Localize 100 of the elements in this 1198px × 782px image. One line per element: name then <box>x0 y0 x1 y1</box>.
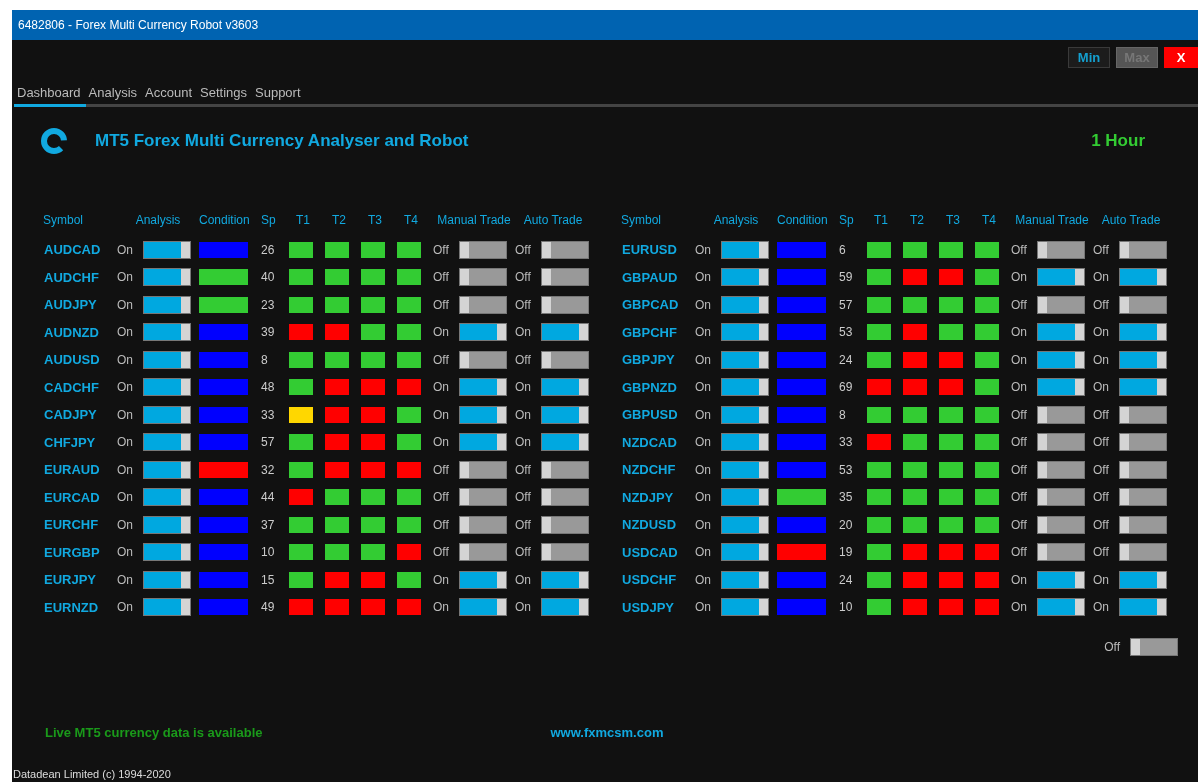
toggle-switch[interactable] <box>1119 350 1167 369</box>
toggle-switch[interactable] <box>143 488 191 507</box>
toggle-switch[interactable] <box>459 515 507 534</box>
toggle-switch[interactable] <box>1119 515 1167 534</box>
tab[interactable]: Settings <box>197 83 252 107</box>
toggle-switch[interactable] <box>541 460 589 479</box>
toggle-switch[interactable] <box>1037 268 1085 287</box>
tab[interactable]: Analysis <box>85 83 143 107</box>
toggle-switch[interactable] <box>143 295 191 314</box>
toggle-switch[interactable] <box>143 323 191 342</box>
toggle-switch[interactable] <box>1037 570 1085 589</box>
toggle-switch[interactable] <box>1119 570 1167 589</box>
toggle-switch[interactable] <box>1119 240 1167 259</box>
toggle-switch[interactable] <box>1037 240 1085 259</box>
toggle-switch[interactable] <box>459 570 507 589</box>
toggle-switch[interactable] <box>459 543 507 562</box>
toggle-switch[interactable] <box>721 543 769 562</box>
toggle-label: On <box>1011 380 1028 395</box>
toggle-switch[interactable] <box>541 323 589 342</box>
tab[interactable]: Dashboard <box>14 83 86 107</box>
toggle-switch[interactable] <box>459 350 507 369</box>
toggle-switch[interactable] <box>1037 350 1085 369</box>
toggle-switch[interactable] <box>459 488 507 507</box>
toggle-switch[interactable] <box>1037 488 1085 507</box>
toggle-switch[interactable] <box>541 570 589 589</box>
toggle-switch[interactable] <box>721 515 769 534</box>
toggle-switch[interactable] <box>459 378 507 397</box>
toggle-switch[interactable] <box>143 268 191 287</box>
toggle-switch[interactable] <box>459 433 507 452</box>
toggle-switch[interactable] <box>143 405 191 424</box>
toggle-switch[interactable] <box>1119 323 1167 342</box>
toggle-switch[interactable] <box>721 323 769 342</box>
toggle-switch[interactable] <box>541 268 589 287</box>
toggle-switch[interactable] <box>721 598 769 617</box>
toggle-switch[interactable] <box>541 240 589 259</box>
toggle-switch[interactable] <box>1037 405 1085 424</box>
toggle-switch[interactable] <box>721 570 769 589</box>
column-header: Auto Trade <box>1100 213 1162 227</box>
toggle-switch[interactable] <box>143 460 191 479</box>
toggle-switch[interactable] <box>143 378 191 397</box>
toggle-switch[interactable] <box>541 378 589 397</box>
toggle-switch[interactable] <box>1037 598 1085 617</box>
toggle-switch[interactable] <box>459 598 507 617</box>
toggle-switch[interactable] <box>1119 378 1167 397</box>
toggle-switch[interactable] <box>459 323 507 342</box>
toggle-switch[interactable] <box>459 460 507 479</box>
toggle-switch[interactable] <box>1037 378 1085 397</box>
toggle-switch[interactable] <box>459 405 507 424</box>
toggle-switch[interactable] <box>721 488 769 507</box>
toggle-switch[interactable] <box>721 295 769 314</box>
toggle-switch[interactable] <box>459 268 507 287</box>
toggle-switch[interactable] <box>541 295 589 314</box>
toggle-switch[interactable] <box>541 598 589 617</box>
toggle-switch[interactable] <box>541 543 589 562</box>
toggle-switch[interactable] <box>143 570 191 589</box>
toggle-switch[interactable] <box>541 488 589 507</box>
toggle-switch[interactable] <box>1130 638 1178 656</box>
toggle-switch[interactable] <box>143 515 191 534</box>
website-link[interactable]: www.fxmcsm.com <box>550 724 664 740</box>
toggle-switch[interactable] <box>1037 543 1085 562</box>
toggle-switch[interactable] <box>143 240 191 259</box>
toggle-switch[interactable] <box>1119 405 1167 424</box>
toggle-switch[interactable] <box>459 240 507 259</box>
tab[interactable]: Account <box>142 83 197 107</box>
toggle-label: Off <box>1011 297 1028 312</box>
symbol-label: AUDUSD <box>43 352 101 368</box>
toggle-label: Off <box>1011 407 1028 422</box>
toggle-switch[interactable] <box>1119 295 1167 314</box>
toggle-switch[interactable] <box>1037 295 1085 314</box>
column-header: Analysis <box>134 213 182 227</box>
toggle-switch[interactable] <box>541 350 589 369</box>
toggle-switch[interactable] <box>1037 515 1085 534</box>
toggle-switch[interactable] <box>1037 460 1085 479</box>
toggle-switch[interactable] <box>541 515 589 534</box>
toggle-switch[interactable] <box>1037 323 1085 342</box>
toggle-switch[interactable] <box>721 268 769 287</box>
toggle-switch[interactable] <box>143 543 191 562</box>
toggle-switch[interactable] <box>541 405 589 424</box>
toggle-switch[interactable] <box>143 350 191 369</box>
close-button[interactable]: X <box>1164 47 1198 68</box>
toggle-switch[interactable] <box>1119 543 1167 562</box>
toggle-switch[interactable] <box>721 240 769 259</box>
toggle-switch[interactable] <box>1119 488 1167 507</box>
toggle-label: On <box>117 352 134 367</box>
toggle-switch[interactable] <box>1119 598 1167 617</box>
toggle-switch[interactable] <box>1119 460 1167 479</box>
tab[interactable]: Support <box>252 83 306 107</box>
toggle-switch[interactable] <box>721 350 769 369</box>
toggle-switch[interactable] <box>541 433 589 452</box>
toggle-switch[interactable] <box>1119 268 1167 287</box>
toggle-switch[interactable] <box>459 295 507 314</box>
minimize-button[interactable]: Min <box>1068 47 1110 68</box>
toggle-switch[interactable] <box>721 460 769 479</box>
toggle-switch[interactable] <box>1037 433 1085 452</box>
toggle-switch[interactable] <box>721 378 769 397</box>
toggle-switch[interactable] <box>721 433 769 452</box>
toggle-switch[interactable] <box>1119 433 1167 452</box>
toggle-switch[interactable] <box>143 433 191 452</box>
toggle-switch[interactable] <box>721 405 769 424</box>
toggle-switch[interactable] <box>143 598 191 617</box>
